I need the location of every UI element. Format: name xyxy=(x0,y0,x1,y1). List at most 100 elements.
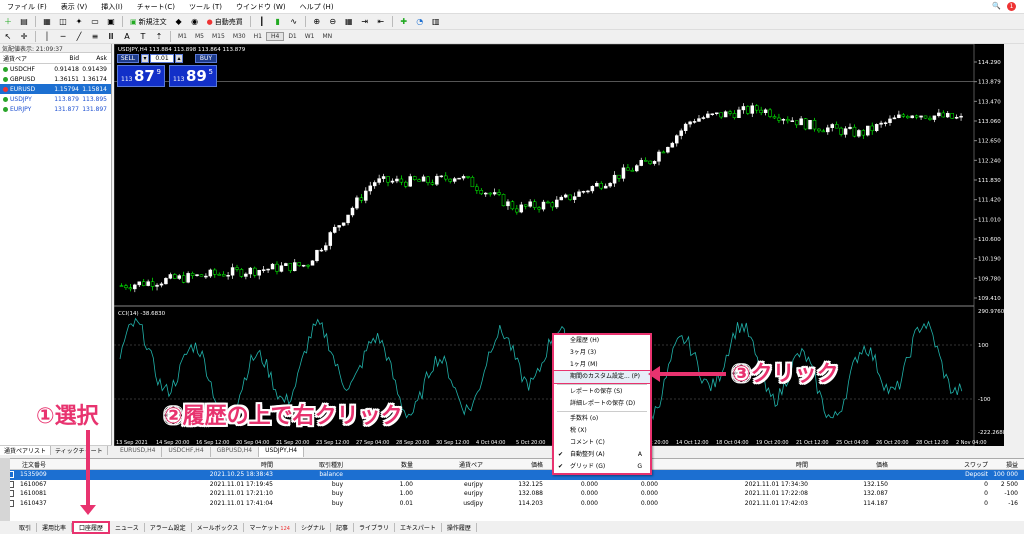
fibo-icon[interactable]: Ⅲ xyxy=(105,31,117,42)
profiles-icon[interactable]: ▤ xyxy=(18,16,30,27)
metaeditor-icon[interactable]: ◆ xyxy=(173,16,185,27)
context-menu-item[interactable]: レポートの保存 (S) xyxy=(554,386,650,398)
terminal-tab[interactable]: 記事 xyxy=(331,522,354,532)
chart-tab-usdjpy[interactable]: USDJPY,H4 xyxy=(259,447,305,457)
tf-m15[interactable]: M15 xyxy=(208,33,229,40)
trendline-icon[interactable]: ╱ xyxy=(73,31,85,42)
menu-view[interactable]: 表示 (V) xyxy=(54,2,94,12)
menu-chart[interactable]: チャート(C) xyxy=(130,2,182,12)
vertical-line-icon[interactable]: │ xyxy=(41,31,53,42)
terminal-tab[interactable]: ライブラリ xyxy=(354,522,396,532)
zoom-in-icon[interactable]: ⊕ xyxy=(311,16,323,27)
terminal-tab[interactable]: アラーム設定 xyxy=(145,522,192,532)
crosshair-icon[interactable]: ✛ xyxy=(18,31,30,42)
search-icon[interactable]: 🔍 xyxy=(992,2,1001,11)
terminal-col-header[interactable]: 時間 xyxy=(660,460,810,469)
periods-icon[interactable]: ◔ xyxy=(414,16,426,27)
menu-help[interactable]: ヘルプ (H) xyxy=(293,2,341,12)
tab-tick-chart[interactable]: ティックチャート xyxy=(51,446,108,455)
context-menu-item[interactable]: 1ヶ月 (M) xyxy=(554,359,650,371)
menu-file[interactable]: ファイル (F) xyxy=(0,2,54,12)
terminal-tab[interactable]: 運用比率 xyxy=(37,522,73,532)
notification-icon[interactable]: 1 xyxy=(1007,2,1016,11)
new-chart-icon[interactable]: ＋ xyxy=(2,16,14,27)
tf-m30[interactable]: M30 xyxy=(229,33,250,40)
signals-icon[interactable]: ◉ xyxy=(189,16,201,27)
terminal-icon[interactable]: ▭ xyxy=(89,16,101,27)
market-watch-icon[interactable]: ▦ xyxy=(41,16,53,27)
label-icon[interactable]: T xyxy=(137,31,149,42)
sell-button[interactable]: SELL xyxy=(117,54,139,63)
templates-icon[interactable]: ▥ xyxy=(430,16,442,27)
terminal-tab[interactable]: ニュース xyxy=(110,522,145,532)
lot-input[interactable]: 0.01 xyxy=(150,54,174,63)
terminal-col-header[interactable]: 数量 xyxy=(345,460,415,469)
context-menu-item[interactable]: コメント (C) xyxy=(554,437,650,449)
buy-price[interactable]: 113 89 5 xyxy=(169,65,217,87)
terminal-col-header[interactable]: 取引種別 xyxy=(275,460,345,469)
context-menu-item[interactable]: 手数料 (o) xyxy=(554,413,650,425)
market-watch-row[interactable]: GBPUSD 1.36151 1.36174 xyxy=(0,74,111,84)
market-watch-row[interactable]: USDCHF 0.91418 0.91439 xyxy=(0,64,111,74)
bar-chart-icon[interactable]: ┃ xyxy=(256,16,268,27)
data-window-icon[interactable]: ◫ xyxy=(57,16,69,27)
terminal-tab[interactable]: 取引 xyxy=(14,522,38,532)
horizontal-line-icon[interactable]: ─ xyxy=(57,31,69,42)
chart-tab-usdchf[interactable]: USDCHF,H4 xyxy=(162,447,211,457)
terminal-tab[interactable]: メールボックス xyxy=(192,522,245,532)
lot-increase-button[interactable]: ▴ xyxy=(175,54,183,63)
context-menu-item[interactable]: 詳細レポートの保存 (D) xyxy=(554,398,650,410)
chart-tab-gbpusd[interactable]: GBPUSD,H4 xyxy=(211,447,260,457)
tf-h1[interactable]: H1 xyxy=(250,33,266,40)
tf-m1[interactable]: M1 xyxy=(174,33,191,40)
col-bid[interactable]: Bid xyxy=(53,55,81,62)
terminal-col-header[interactable]: 時間 xyxy=(195,460,275,469)
indicators-icon[interactable]: ✚ xyxy=(398,16,410,27)
tf-w1[interactable]: W1 xyxy=(301,33,319,40)
buy-button[interactable]: BUY xyxy=(195,54,217,63)
candle-chart-icon[interactable]: ▮ xyxy=(272,16,284,27)
context-menu-item[interactable]: ✔ グリッド (G) G xyxy=(554,461,650,473)
tab-symbols[interactable]: 通貨ペアリスト xyxy=(0,446,52,455)
new-order-button[interactable]: ▣ 新規注文 xyxy=(126,15,171,28)
channel-icon[interactable]: ≡ xyxy=(89,31,101,42)
market-watch-row[interactable]: EURUSD 1.15794 1.15814 xyxy=(0,84,111,94)
navigator-icon[interactable]: ✦ xyxy=(73,16,85,27)
tf-h4[interactable]: H4 xyxy=(265,32,285,41)
col-symbol[interactable]: 通貨ペア xyxy=(0,54,53,63)
tester-icon[interactable]: ▣ xyxy=(105,16,117,27)
terminal-col-header[interactable]: 損益 xyxy=(990,460,1020,469)
tile-windows-icon[interactable]: ▦ xyxy=(343,16,355,27)
terminal-col-header[interactable]: 注文番号 xyxy=(0,460,195,469)
history-row[interactable]: 1535909 2021.10.25 18:38:43 balance Deposit… xyxy=(0,470,1024,480)
zoom-out-icon[interactable]: ⊖ xyxy=(327,16,339,27)
autoscroll-icon[interactable]: ⇥ xyxy=(359,16,371,27)
terminal-tab[interactable]: エキスパート xyxy=(395,522,442,532)
context-menu-item[interactable]: 期間のカスタム設定... (P) xyxy=(553,370,651,384)
line-chart-icon[interactable]: ∿ xyxy=(288,16,300,27)
lot-decrease-button[interactable]: ▾ xyxy=(141,54,149,63)
terminal-col-header[interactable]: 通貨ペア xyxy=(415,460,485,469)
tf-m5[interactable]: M5 xyxy=(191,33,208,40)
terminal-tab[interactable]: 口座履歴 xyxy=(72,520,111,534)
terminal-tab[interactable]: マーケット124 xyxy=(244,522,296,532)
chart-shift-icon[interactable]: ⇤ xyxy=(375,16,387,27)
market-watch-row[interactable]: EURJPY 131.877 131.897 xyxy=(0,104,111,114)
tf-d1[interactable]: D1 xyxy=(284,33,300,40)
chart-tab-eurusd[interactable]: EURUSD,H4 xyxy=(114,447,163,457)
market-watch-row[interactable]: USDJPY 113.879 113.895 xyxy=(0,94,111,104)
terminal-tab[interactable]: 操作履歴 xyxy=(442,522,477,532)
terminal-col-header[interactable]: 価格 xyxy=(485,460,545,469)
context-menu-item[interactable]: 3ヶ月 (3) xyxy=(554,347,650,359)
text-icon[interactable]: A xyxy=(121,31,133,42)
auto-trade-button[interactable]: ● 自動売買 xyxy=(203,15,247,28)
col-ask[interactable]: Ask xyxy=(81,55,109,62)
history-row[interactable]: 1610067 2021.11.01 17:19:45 buy 1.00 eurjpy 1… xyxy=(0,480,1024,490)
arrows-icon[interactable]: ⇡ xyxy=(153,31,165,42)
terminal-col-header[interactable]: 価格 xyxy=(810,460,890,469)
menu-tools[interactable]: ツール (T) xyxy=(182,2,229,12)
history-row[interactable]: 1610437 2021.11.01 17:41:04 buy 0.01 usdjpy 1… xyxy=(0,499,1024,509)
context-menu-item[interactable]: 税 (X) xyxy=(554,425,650,437)
context-menu-item[interactable]: 全履歴 (H) xyxy=(554,335,650,347)
context-menu-item[interactable]: ✔ 自動整列 (A) A xyxy=(554,449,650,461)
